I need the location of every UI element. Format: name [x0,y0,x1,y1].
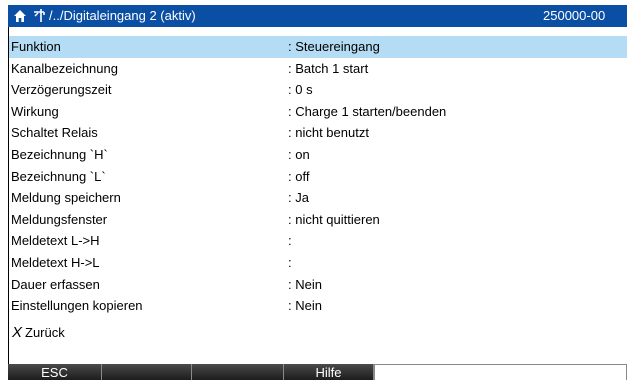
setting-label: Schaltet Relais [11,125,98,141]
setting-value: : nicht quittieren [288,211,380,227]
title-bar: /../Digitaleingang 2 (aktiv) 250000-00 [8,5,627,27]
setting-label: Verzögerungszeit [11,82,112,98]
settings-list: Funktion : Steuereingang Kanalbezeichnun… [9,36,627,317]
softkey-hilfe[interactable]: Hilfe [284,364,374,380]
back-label: Zurück [25,325,65,340]
home-icon[interactable] [13,9,27,23]
setting-label: Funktion [11,39,61,54]
setting-label: Wirkung [11,103,59,119]
setting-row-verzoegerungszeit[interactable]: Verzögerungszeit : 0 s [9,79,627,101]
setting-value: : [288,233,292,249]
softkey-3[interactable] [192,364,284,380]
setting-row-bezeichnung-l[interactable]: Bezeichnung `L` : off [9,166,627,188]
setting-value: : Batch 1 start [288,60,369,76]
setting-label: Meldetext L->H [11,233,100,249]
wrench-icon [34,9,45,22]
setting-row-wirkung[interactable]: Wirkung : Charge 1 starten/beenden [9,101,627,123]
breadcrumb: /../Digitaleingang 2 (aktiv) [49,8,196,23]
setting-row-dauer-erfassen[interactable]: Dauer erfassen : Nein [9,274,627,296]
setting-label: Meldetext H->L [11,254,100,270]
setting-value: : off [288,168,310,184]
setting-row-meldetext-h-l[interactable]: Meldetext H->L : [9,252,627,274]
setting-row-meldetext-l-h[interactable]: Meldetext L->H : [9,230,627,252]
setting-row-funktion[interactable]: Funktion : Steuereingang [9,36,627,58]
setting-value: : [288,254,292,270]
x-icon: X [12,324,23,341]
screen: /../Digitaleingang 2 (aktiv) 250000-00 F… [0,0,627,380]
setting-row-meldung-speichern[interactable]: Meldung speichern : Ja [9,187,627,209]
setting-value: : Charge 1 starten/beenden [288,103,447,119]
setting-row-schaltet-relais[interactable]: Schaltet Relais : nicht benutzt [9,122,627,144]
softkey-2[interactable] [102,364,192,380]
setting-value: : nicht benutzt [288,125,369,141]
setting-value: : 0 s [288,82,313,98]
setting-label: Bezeichnung `H` [11,146,108,162]
softkey-esc[interactable]: ESC [8,364,102,380]
setting-value: : Nein [288,298,322,314]
setting-label: Meldung speichern [11,190,121,206]
setting-label: Meldungsfenster [11,211,108,227]
device-id: 250000-00 [543,8,606,23]
setting-value: : Nein [288,276,322,292]
softkey-5[interactable] [374,364,627,380]
setting-row-bezeichnung-h[interactable]: Bezeichnung `H` : on [9,144,627,166]
setting-label: Einstellungen kopieren [11,298,143,314]
setting-label: Dauer erfassen [11,276,100,292]
setting-row-einstellungen-kopieren[interactable]: Einstellungen kopieren : Nein [9,295,627,317]
setting-value: : Steuereingang [288,39,380,54]
setting-label: Kanalbezeichnung [11,60,118,76]
setting-label: Bezeichnung `L` [11,168,106,184]
setting-row-kanalbezeichnung[interactable]: Kanalbezeichnung : Batch 1 start [9,58,627,80]
softkey-bar: ESC Hilfe [8,364,627,380]
setting-value: : on [288,146,310,162]
setting-row-meldungsfenster[interactable]: Meldungsfenster : nicht quittieren [9,209,627,231]
setting-value: : Ja [288,190,309,206]
